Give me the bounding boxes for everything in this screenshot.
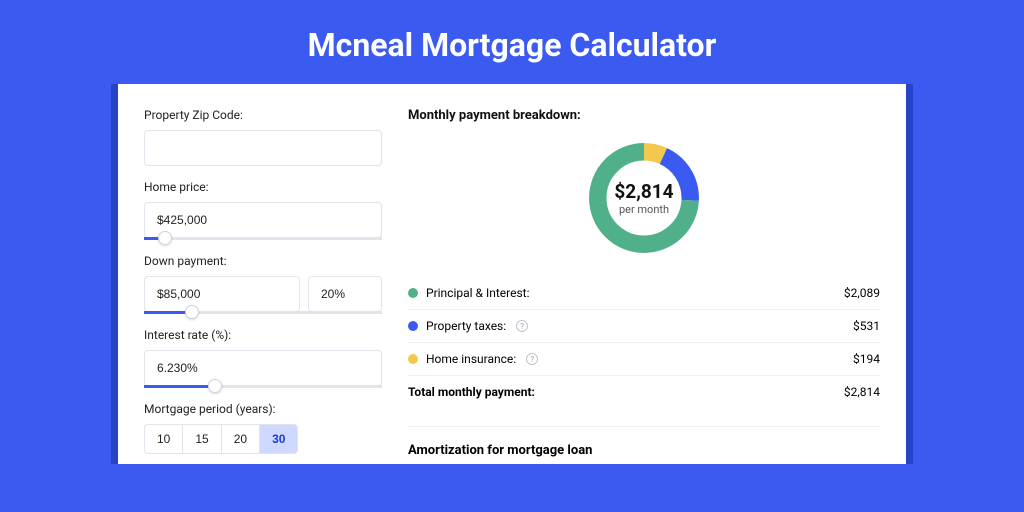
slider-thumb[interactable] bbox=[185, 305, 199, 319]
total-label: Total monthly payment: bbox=[408, 385, 535, 399]
home-price-field: Home price: bbox=[144, 180, 382, 240]
amortization-title: Amortization for mortgage loan bbox=[408, 443, 880, 458]
legend: Principal & Interest: $2,089 Property taxe… bbox=[408, 277, 880, 376]
donut-chart-wrap: $2,814 per month bbox=[408, 137, 880, 259]
total-value: $2,814 bbox=[844, 385, 880, 399]
period-field: Mortgage period (years): 10152030 bbox=[144, 402, 382, 454]
down-payment-pct-input[interactable] bbox=[308, 276, 382, 312]
amortization-section: Amortization for mortgage loan Amortizat… bbox=[408, 426, 880, 464]
total-row: Total monthly payment: $2,814 bbox=[408, 376, 880, 408]
down-payment-field: Down payment: bbox=[144, 254, 382, 314]
legend-row: Property taxes:? $531 bbox=[408, 310, 880, 343]
home-price-label: Home price: bbox=[144, 180, 382, 194]
donut-chart: $2,814 per month bbox=[583, 137, 705, 259]
legend-swatch bbox=[408, 321, 418, 331]
donut-amount: $2,814 bbox=[614, 180, 673, 203]
breakdown-title: Monthly payment breakdown: bbox=[408, 108, 880, 123]
zip-input[interactable] bbox=[144, 130, 382, 166]
zip-label: Property Zip Code: bbox=[144, 108, 382, 122]
legend-swatch bbox=[408, 288, 418, 298]
interest-slider[interactable] bbox=[144, 385, 382, 388]
form-column: Property Zip Code: Home price: Down paym… bbox=[144, 108, 382, 464]
down-payment-label: Down payment: bbox=[144, 254, 382, 268]
period-btn-15[interactable]: 15 bbox=[183, 424, 221, 454]
legend-label: Home insurance: bbox=[426, 352, 516, 366]
help-icon[interactable]: ? bbox=[516, 320, 528, 332]
slider-thumb[interactable] bbox=[208, 379, 222, 393]
legend-value: $531 bbox=[853, 319, 880, 333]
legend-row: Principal & Interest: $2,089 bbox=[408, 277, 880, 310]
legend-label: Principal & Interest: bbox=[426, 286, 530, 300]
period-btn-30[interactable]: 30 bbox=[260, 424, 298, 454]
down-payment-slider[interactable] bbox=[144, 311, 382, 314]
period-group: 10152030 bbox=[144, 424, 382, 454]
breakdown-column: Monthly payment breakdown: $2,814 per mo… bbox=[408, 108, 880, 464]
page-title: Mcneal Mortgage Calculator bbox=[0, 0, 1024, 84]
slider-thumb[interactable] bbox=[158, 231, 172, 245]
period-btn-10[interactable]: 10 bbox=[144, 424, 183, 454]
zip-field: Property Zip Code: bbox=[144, 108, 382, 166]
home-price-slider[interactable] bbox=[144, 237, 382, 240]
period-btn-20[interactable]: 20 bbox=[222, 424, 260, 454]
legend-swatch bbox=[408, 354, 418, 364]
legend-value: $194 bbox=[853, 352, 880, 366]
interest-label: Interest rate (%): bbox=[144, 328, 382, 342]
period-label: Mortgage period (years): bbox=[144, 402, 382, 416]
down-payment-input[interactable] bbox=[144, 276, 300, 312]
donut-sub: per month bbox=[619, 203, 669, 216]
legend-row: Home insurance:? $194 bbox=[408, 343, 880, 376]
home-price-input[interactable] bbox=[144, 202, 382, 238]
interest-input[interactable] bbox=[144, 350, 382, 386]
card-shadow: Property Zip Code: Home price: Down paym… bbox=[111, 84, 913, 464]
legend-label: Property taxes: bbox=[426, 319, 506, 333]
calculator-card: Property Zip Code: Home price: Down paym… bbox=[118, 84, 906, 464]
donut-center: $2,814 per month bbox=[583, 137, 705, 259]
legend-value: $2,089 bbox=[844, 286, 880, 300]
interest-field: Interest rate (%): bbox=[144, 328, 382, 388]
help-icon[interactable]: ? bbox=[526, 353, 538, 365]
